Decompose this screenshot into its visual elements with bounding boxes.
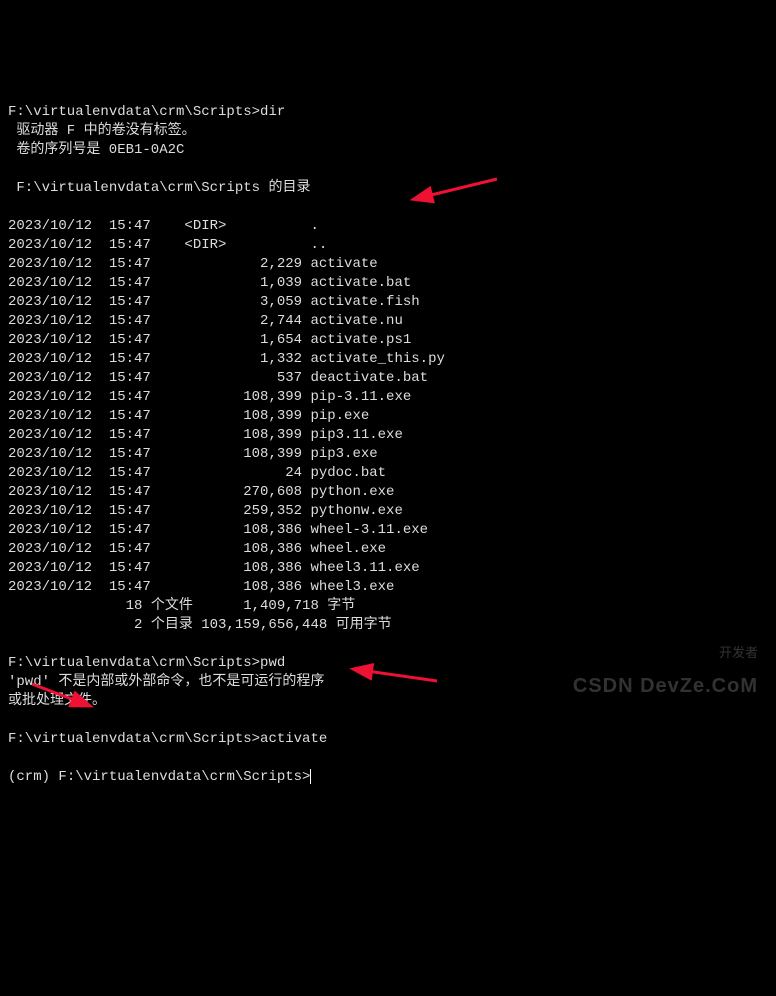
listing-row: 2023/10/12 15:47 24 pydoc.bat — [8, 465, 386, 481]
command-dir: dir — [260, 104, 285, 120]
listing-row: 2023/10/12 15:47 1,654 activate.ps1 — [8, 332, 411, 348]
summary-dirs: 2 个目录 103,159,656,448 可用字节 — [8, 617, 392, 633]
listing-row: 2023/10/12 15:47 108,399 pip.exe — [8, 408, 369, 424]
pwd-error-line-2: 或批处理文件。 — [8, 693, 106, 709]
prompt-line-2: F:\virtualenvdata\crm\Scripts>pwd — [8, 655, 285, 671]
prompt-line-1: F:\virtualenvdata\crm\Scripts>dir — [8, 104, 285, 120]
volume-serial-line: 卷的序列号是 0EB1-0A2C — [8, 142, 184, 158]
listing-row: 2023/10/12 15:47 108,399 pip3.exe — [8, 446, 378, 462]
listing-row: 2023/10/12 15:47 259,352 pythonw.exe — [8, 503, 403, 519]
prompt-line-3: F:\virtualenvdata\crm\Scripts>activate — [8, 731, 327, 747]
listing-row: 2023/10/12 15:47 1,039 activate.bat — [8, 275, 411, 291]
cursor-icon — [310, 769, 311, 784]
listing-row: 2023/10/12 15:47 108,386 wheel-3.11.exe — [8, 522, 428, 538]
listing-row: 2023/10/12 15:47 108,386 wheel.exe — [8, 541, 386, 557]
listing-row: 2023/10/12 15:47 108,386 wheel3.exe — [8, 579, 394, 595]
listing-row: 2023/10/12 15:47 <DIR> . — [8, 218, 319, 234]
volume-label-line: 驱动器 F 中的卷没有标签。 — [8, 123, 196, 139]
directory-of-line: F:\virtualenvdata\crm\Scripts 的目录 — [8, 180, 310, 196]
listing-row: 2023/10/12 15:47 <DIR> .. — [8, 237, 327, 253]
listing-row: 2023/10/12 15:47 2,744 activate.nu — [8, 313, 403, 329]
prompt-line-4: (crm) F:\virtualenvdata\crm\Scripts> — [8, 769, 311, 785]
summary-files: 18 个文件 1,409,718 字节 — [8, 598, 355, 614]
pwd-error-line-1: 'pwd' 不是内部或外部命令，也不是可运行的程序 — [8, 674, 324, 690]
command-pwd: pwd — [260, 655, 285, 671]
terminal-output[interactable]: F:\virtualenvdata\crm\Scripts>dir 驱动器 F … — [8, 84, 768, 787]
prompt-path: F:\virtualenvdata\crm\Scripts> — [8, 104, 260, 120]
command-activate: activate — [260, 731, 327, 747]
prompt-path: F:\virtualenvdata\crm\Scripts> — [8, 655, 260, 671]
prompt-path: F:\virtualenvdata\crm\Scripts> — [58, 769, 310, 785]
listing-row: 2023/10/12 15:47 108,386 wheel3.11.exe — [8, 560, 420, 576]
listing-row: 2023/10/12 15:47 1,332 activate_this.py — [8, 351, 445, 367]
listing-row: 2023/10/12 15:47 2,229 activate — [8, 256, 378, 272]
venv-prefix: (crm) — [8, 769, 58, 785]
prompt-path: F:\virtualenvdata\crm\Scripts> — [8, 731, 260, 747]
listing-row: 2023/10/12 15:47 3,059 activate.fish — [8, 294, 420, 310]
listing-row: 2023/10/12 15:47 108,399 pip3.11.exe — [8, 427, 403, 443]
listing-row: 2023/10/12 15:47 270,608 python.exe — [8, 484, 394, 500]
listing-row: 2023/10/12 15:47 108,399 pip-3.11.exe — [8, 389, 411, 405]
listing-row: 2023/10/12 15:47 537 deactivate.bat — [8, 370, 428, 386]
